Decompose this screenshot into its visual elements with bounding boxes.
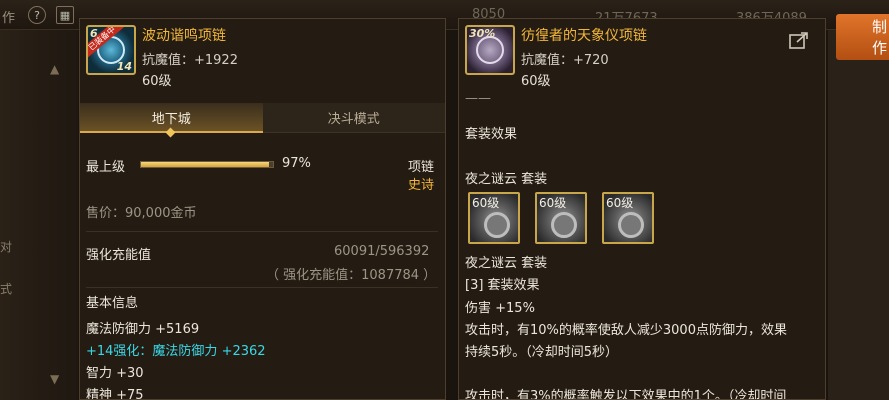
grade-progress-bar bbox=[140, 161, 274, 168]
set-item-3[interactable]: 60级 bbox=[602, 192, 654, 244]
set-item-level: 60级 bbox=[472, 196, 500, 210]
grade-label: 最上级 bbox=[86, 160, 126, 175]
stat-spirit: 精神 +75 bbox=[86, 388, 144, 400]
set-bonus-line: 持续5秒。（冷却时间5秒） bbox=[465, 345, 619, 360]
share-icon[interactable] bbox=[789, 31, 809, 49]
planetarium-necklace-icon: 30% bbox=[465, 25, 515, 75]
set-name: 夜之谜云 套装 bbox=[465, 256, 548, 271]
set-bonus-line: 伤害 +15% bbox=[465, 301, 535, 316]
equipped-item-tooltip: 6 已装备中 14 波动谐鸣项链 抗魔值：+1922 60级 地下城 决斗模式 … bbox=[79, 18, 446, 400]
tab-dungeon[interactable]: 地下城 bbox=[80, 103, 263, 133]
gear-icon bbox=[484, 212, 510, 238]
item-rarity: 史诗 bbox=[408, 178, 435, 193]
item-level: 60级 bbox=[521, 74, 551, 89]
reinforce-total: （ 强化充能值：1087784 ） bbox=[266, 268, 437, 283]
item-slot: 项链 bbox=[408, 160, 435, 175]
reinforce-level-badge: 14 bbox=[116, 60, 132, 73]
set-name: 夜之谜云 套装 bbox=[465, 172, 548, 187]
craft-button[interactable]: 制作 bbox=[836, 14, 889, 60]
set-item-2[interactable]: 60级 bbox=[535, 192, 587, 244]
right-side-panel bbox=[828, 30, 889, 400]
divider bbox=[86, 231, 438, 232]
reinforce-value: 60091/596392 bbox=[334, 244, 430, 259]
divider bbox=[86, 287, 438, 288]
gear-icon bbox=[551, 212, 577, 238]
craft-button-label: 制作 bbox=[872, 18, 888, 57]
expand-arrow-icon[interactable]: ▼ bbox=[50, 372, 59, 386]
necklace-ring-icon bbox=[476, 36, 504, 64]
item-magic-resist: 抗魔值：+1922 bbox=[142, 53, 238, 68]
gear-icon bbox=[618, 212, 644, 238]
item-level: 60级 bbox=[142, 74, 172, 89]
set-item-level: 60级 bbox=[539, 196, 567, 210]
tab-pvp[interactable]: 决斗模式 bbox=[262, 103, 445, 133]
sell-price: 售价：90,000金币 bbox=[86, 206, 197, 221]
basic-info-title: 基本信息 bbox=[86, 296, 139, 311]
collapse-arrow-icon[interactable]: ▲ bbox=[50, 62, 59, 76]
set-effect-title: 套装效果 bbox=[465, 127, 518, 142]
help-icon[interactable]: ? bbox=[28, 6, 46, 24]
left-menu: ▲ 对 式 ▼ bbox=[0, 30, 78, 400]
item-name: 波动谐鸣项链 bbox=[142, 28, 226, 44]
set-item-1[interactable]: 60级 bbox=[468, 192, 520, 244]
grade-percent: 97% bbox=[282, 156, 311, 171]
stat-magic-defense: 魔法防御力 +5169 bbox=[86, 322, 200, 337]
necklace-icon: 6 已装备中 14 bbox=[86, 25, 136, 75]
item-magic-resist: 抗魔值：+720 bbox=[521, 53, 609, 68]
left-menu-item-1[interactable]: 对 bbox=[0, 238, 12, 255]
compare-item-tooltip: 30% 彷徨者的天象仪项链 抗魔值：+720 60级 —— 套装效果 夜之谜云 … bbox=[458, 18, 826, 400]
stat-reinforce-bonus: +14强化：魔法防御力 +2362 bbox=[86, 344, 266, 359]
header-divider: —— bbox=[465, 91, 491, 106]
calendar-icon[interactable]: ▦ bbox=[56, 6, 74, 24]
icon-top-label: 30% bbox=[469, 27, 496, 40]
set-bonus-line: 攻击时，有3%的概率触发以下效果中的1个。（冷却时间 bbox=[465, 389, 787, 400]
grade-progress-fill bbox=[141, 162, 270, 167]
top-left-label: 作 bbox=[2, 11, 16, 26]
mode-tabs: 地下城 决斗模式 bbox=[80, 103, 445, 133]
item-name: 彷徨者的天象仪项链 bbox=[521, 28, 647, 44]
item-header: 30% 彷徨者的天象仪项链 抗魔值：+720 60级 bbox=[465, 25, 815, 89]
left-menu-item-2[interactable]: 式 bbox=[0, 280, 12, 297]
set-bonus-line: 攻击时，有10%的概率使敌人减少3000点防御力，效果 bbox=[465, 323, 787, 338]
item-header: 6 已装备中 14 波动谐鸣项链 抗魔值：+1922 60级 bbox=[86, 25, 436, 89]
set-item-level: 60级 bbox=[606, 196, 634, 210]
stat-intelligence: 智力 +30 bbox=[86, 366, 144, 381]
set-bonus-title: [3] 套装效果 bbox=[465, 278, 540, 293]
reinforce-label: 强化充能值 bbox=[86, 248, 152, 263]
